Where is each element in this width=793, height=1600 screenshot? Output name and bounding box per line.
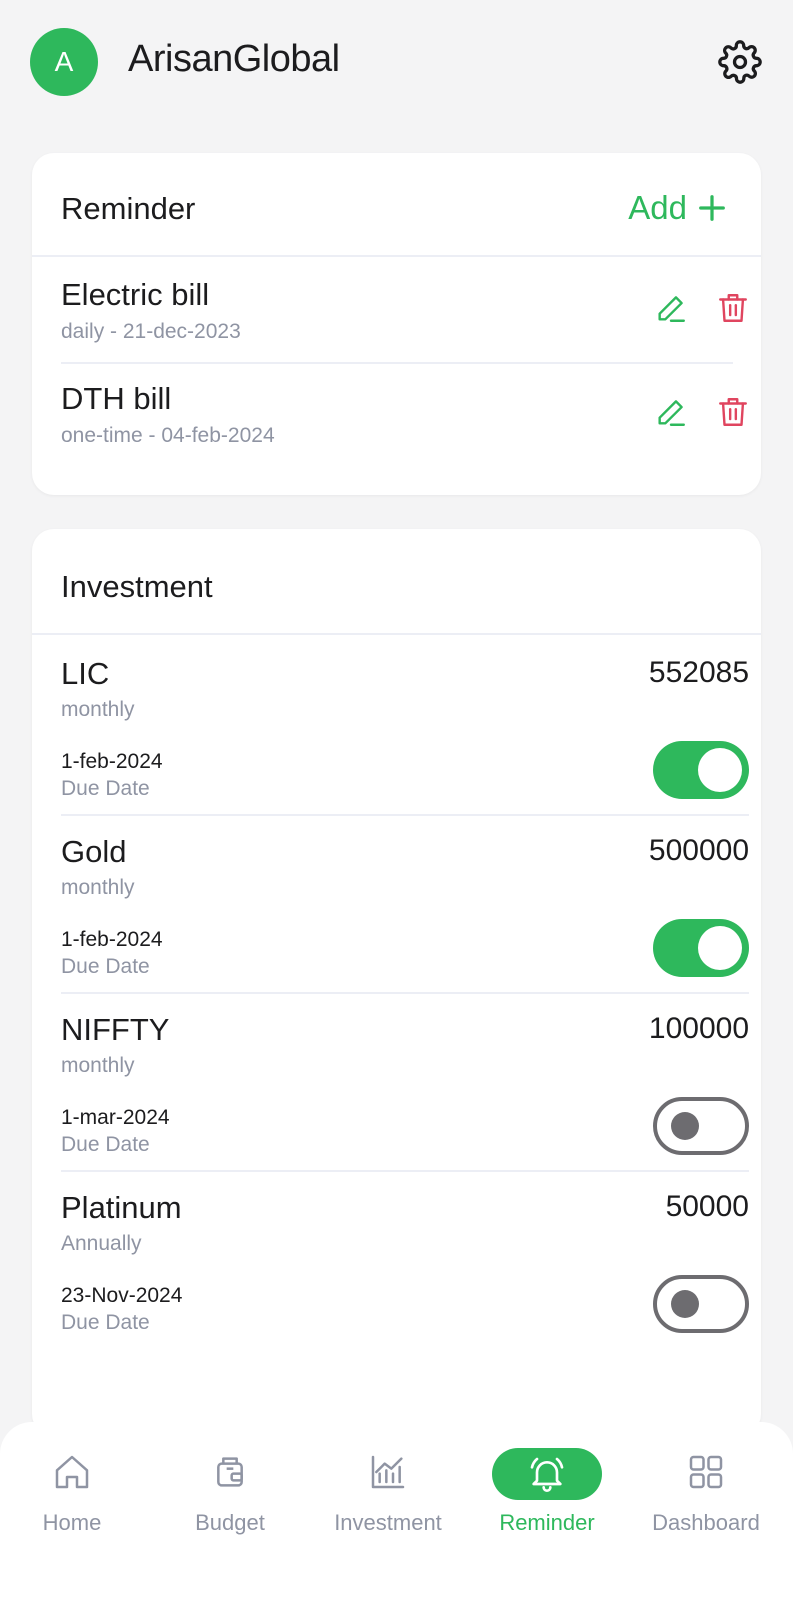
reminder-name: DTH bill (61, 381, 172, 416)
investment-name: LIC (61, 656, 110, 691)
investment-header: Investment (32, 529, 761, 635)
toggle-knob (698, 926, 742, 970)
investment-name: Platinum (61, 1190, 182, 1225)
investment-item[interactable]: LIC monthly 552085 1-feb-2024 Due Date (61, 636, 749, 816)
add-label: Add (628, 189, 687, 226)
reminder-item[interactable]: Electric bill daily - 21-dec-2023 (61, 258, 747, 364)
investment-date: 1-feb-2024 (61, 750, 163, 773)
bottom-nav: Home Budget Investment Reminder Dashboar… (0, 1422, 793, 1600)
investment-amount: 500000 (648, 834, 749, 867)
plus-icon (699, 195, 725, 221)
trash-icon[interactable] (716, 395, 750, 429)
nav-item-reminder[interactable]: Reminder (468, 1422, 626, 1572)
investment-amount: 100000 (648, 1012, 749, 1045)
investment-card: Investment LIC monthly 552085 1-feb-2024… (32, 529, 761, 1436)
investment-frequency: monthly (61, 876, 135, 899)
reminder-detail: daily - 21-dec-2023 (61, 320, 241, 343)
wallet-icon (217, 1457, 243, 1487)
investment-toggle[interactable] (653, 1097, 749, 1155)
toggle-knob (698, 748, 742, 792)
investment-frequency: monthly (61, 1054, 135, 1077)
due-date-label: Due Date (61, 1133, 150, 1156)
nav-label: Budget (195, 1510, 265, 1535)
investment-frequency: Annually (61, 1232, 142, 1255)
reminder-card: Reminder Add Electric bill daily - 21-de… (32, 153, 761, 495)
nav-label: Reminder (499, 1510, 595, 1535)
grid-icon (689, 1455, 723, 1489)
app-title: ArisanGlobal (128, 38, 340, 80)
investment-toggle[interactable] (653, 919, 749, 977)
investment-item[interactable]: Gold monthly 500000 1-feb-2024 Due Date (61, 814, 749, 994)
investment-name: Gold (61, 834, 127, 869)
nav-label: Investment (334, 1510, 442, 1535)
investment-frequency: monthly (61, 698, 135, 721)
investment-item[interactable]: Platinum Annually 50000 23-Nov-2024 Due … (61, 1170, 749, 1348)
investment-date: 23-Nov-2024 (61, 1284, 183, 1307)
nav-item-home[interactable]: Home (0, 1422, 151, 1572)
investment-date: 1-mar-2024 (61, 1106, 170, 1129)
app-header: A ArisanGlobal (0, 0, 793, 125)
due-date-label: Due Date (61, 1311, 150, 1334)
gear-icon[interactable] (718, 40, 762, 84)
trash-icon[interactable] (716, 291, 750, 325)
investment-title: Investment (61, 569, 213, 604)
nav-item-investment[interactable]: Investment (309, 1422, 467, 1572)
due-date-label: Due Date (61, 777, 150, 800)
bell-icon (530, 1457, 564, 1492)
nav-item-dashboard[interactable]: Dashboard (627, 1422, 785, 1572)
investment-date: 1-feb-2024 (61, 928, 163, 951)
investment-toggle[interactable] (653, 1275, 749, 1333)
edit-icon[interactable] (654, 395, 688, 429)
investment-amount: 50000 (665, 1190, 749, 1223)
reminder-header: Reminder Add (32, 153, 761, 257)
investment-name: NIFFTY (61, 1012, 170, 1047)
reminder-title: Reminder (61, 191, 196, 226)
add-reminder-button[interactable]: Add (628, 189, 727, 227)
toggle-knob (671, 1290, 699, 1318)
home-icon (55, 1455, 89, 1489)
reminder-name: Electric bill (61, 277, 210, 312)
edit-icon[interactable] (654, 291, 688, 325)
due-date-label: Due Date (61, 955, 150, 978)
investment-amount: 552085 (648, 656, 749, 689)
chart-icon (371, 1455, 405, 1489)
reminder-detail: one-time - 04-feb-2024 (61, 424, 275, 447)
nav-item-budget[interactable]: Budget (151, 1422, 309, 1572)
investment-item[interactable]: NIFFTY monthly 100000 1-mar-2024 Due Dat… (61, 992, 749, 1172)
avatar[interactable]: A (30, 28, 98, 96)
investment-toggle[interactable] (653, 741, 749, 799)
nav-label: Home (42, 1510, 102, 1535)
reminder-item[interactable]: DTH bill one-time - 04-feb-2024 (61, 362, 747, 466)
toggle-knob (671, 1112, 699, 1140)
nav-label: Dashboard (652, 1510, 760, 1535)
